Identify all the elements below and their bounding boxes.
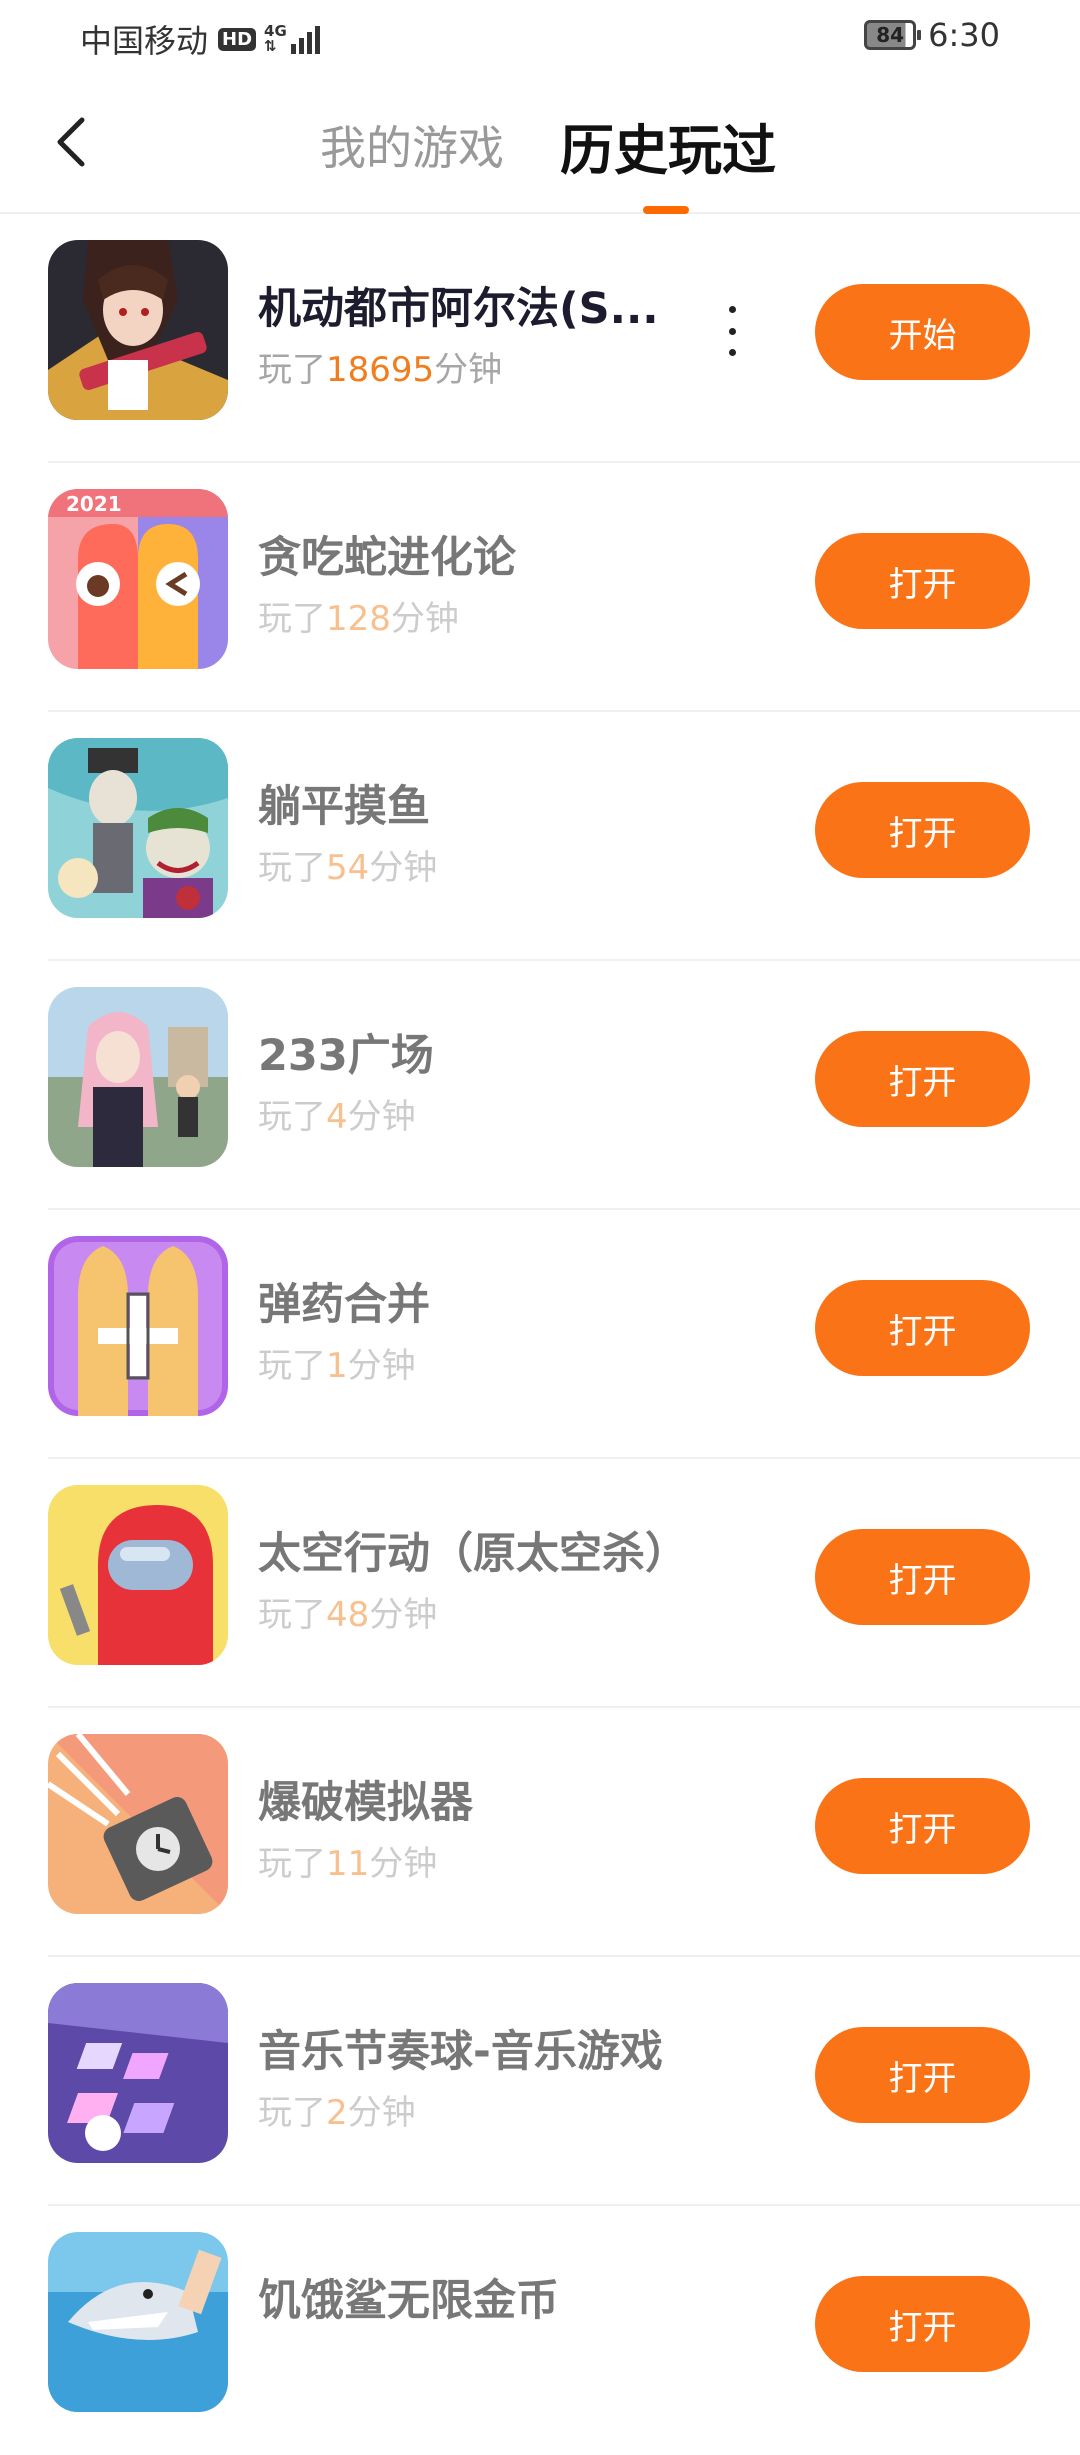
list-item[interactable]: 2021 贪吃蛇进化论 玩了128分钟 打开 — [0, 463, 1080, 712]
dynamite-icon — [48, 1734, 228, 1914]
playtime-minutes: 4 — [326, 1097, 348, 1137]
playtime-suffix: 分钟 — [390, 599, 459, 639]
bullets-plus-icon — [48, 1236, 228, 1416]
battery-level: 84 — [876, 23, 905, 47]
more-dot-icon — [728, 349, 736, 356]
playtime-prefix: 玩了 — [258, 1346, 326, 1386]
music-tiles-icon — [48, 1983, 228, 2163]
open-button[interactable]: 打开 — [815, 2276, 1030, 2372]
network-arrows-icon: ⇅ — [264, 37, 277, 55]
anime-girl-gun-icon — [48, 240, 228, 420]
anime-plaza-icon — [48, 987, 228, 1167]
crewmate-icon — [48, 1485, 228, 1665]
battery-icon: 84 — [864, 20, 922, 50]
list-item[interactable]: 音乐节奏球-音乐游戏 玩了2分钟 打开 — [0, 1957, 1080, 2206]
more-dot-icon — [728, 306, 736, 313]
more-dot-icon — [728, 327, 736, 335]
playtime-minutes: 128 — [326, 599, 391, 639]
hd-badge: HD — [218, 27, 257, 51]
game-title: 饥饿鲨无限金币 — [258, 2276, 559, 2326]
game-list: 机动都市阿尔法(S... 玩了18695分钟 开始 2021 贪吃蛇进化论 玩了… — [0, 214, 1080, 2455]
header: 我的游戏 历史玩过 — [0, 72, 1080, 214]
network-type: 4G ⇅ — [264, 24, 287, 54]
back-button[interactable] — [44, 112, 104, 172]
status-right: 84 6:30 — [864, 16, 1000, 54]
playtime-prefix: 玩了 — [258, 2093, 326, 2133]
playtime-prefix: 玩了 — [258, 599, 326, 639]
playtime-minutes: 18695 — [326, 350, 435, 390]
shark-icon — [48, 2232, 228, 2412]
list-item[interactable]: 太空行动（原太空杀） 玩了48分钟 打开 — [0, 1459, 1080, 1708]
playtime-prefix: 玩了 — [258, 1844, 326, 1884]
playtime-prefix: 玩了 — [258, 1595, 326, 1635]
open-button[interactable]: 打开 — [815, 2027, 1030, 2123]
open-button[interactable]: 打开 — [815, 1280, 1030, 1376]
game-playtime: 玩了54分钟 — [258, 840, 437, 889]
game-title: 弹药合并 — [258, 1280, 430, 1330]
list-item[interactable]: 机动都市阿尔法(S... 玩了18695分钟 开始 — [0, 214, 1080, 463]
playtime-prefix: 玩了 — [258, 1097, 326, 1137]
playtime-suffix: 分钟 — [347, 1346, 416, 1386]
list-item[interactable]: 爆破模拟器 玩了11分钟 打开 — [0, 1708, 1080, 1957]
game-playtime: 玩了11分钟 — [258, 1836, 437, 1885]
game-playtime: 玩了4分钟 — [258, 1089, 416, 1138]
game-title: 太空行动（原太空杀） — [258, 1529, 678, 1579]
game-playtime: 玩了48分钟 — [258, 1587, 437, 1636]
game-playtime: 玩了1分钟 — [258, 1338, 416, 1387]
open-button[interactable]: 打开 — [815, 1031, 1030, 1127]
open-button[interactable]: 打开 — [815, 533, 1030, 629]
playtime-minutes: 48 — [326, 1595, 370, 1635]
status-left: 中国移动 HD 4G ⇅ — [80, 16, 320, 62]
game-playtime: 玩了128分钟 — [258, 591, 459, 640]
game-title: 233广场 — [258, 1031, 434, 1081]
playtime-minutes: 54 — [326, 848, 370, 888]
playtime-suffix: 分钟 — [369, 1595, 438, 1635]
tab-my-games[interactable]: 我的游戏 — [320, 112, 504, 178]
playtime-minutes: 2 — [326, 2093, 348, 2133]
tab-history-played[interactable]: 历史玩过 — [560, 106, 776, 185]
playtime-suffix: 分钟 — [347, 1097, 416, 1137]
playtime-suffix: 分钟 — [369, 848, 438, 888]
playtime-suffix: 分钟 — [369, 1844, 438, 1884]
status-bar: 中国移动 HD 4G ⇅ 84 6:30 — [0, 0, 1080, 72]
game-title: 贪吃蛇进化论 — [258, 533, 516, 583]
more-options-button[interactable] — [720, 306, 744, 356]
playtime-minutes: 1 — [326, 1346, 348, 1386]
list-item[interactable]: 233广场 玩了4分钟 打开 — [0, 961, 1080, 1210]
back-arrow-icon — [57, 117, 85, 167]
signal-icon — [290, 24, 320, 54]
start-button[interactable]: 开始 — [815, 284, 1030, 380]
game-title: 机动都市阿尔法(S... — [258, 284, 659, 334]
playtime-prefix: 玩了 — [258, 350, 326, 390]
playtime-prefix: 玩了 — [258, 848, 326, 888]
list-item[interactable]: 躺平摸鱼 玩了54分钟 打开 — [0, 712, 1080, 961]
open-button[interactable]: 打开 — [815, 1529, 1030, 1625]
playtime-minutes: 11 — [326, 1844, 370, 1884]
open-button[interactable]: 打开 — [815, 1778, 1030, 1874]
game-title: 爆破模拟器 — [258, 1778, 473, 1828]
svg-text:2021: 2021 — [66, 492, 122, 516]
list-item[interactable]: 弹药合并 玩了1分钟 打开 — [0, 1210, 1080, 1459]
game-playtime: 玩了2分钟 — [258, 2085, 416, 2134]
active-tab-indicator — [643, 206, 689, 214]
game-playtime: 玩了18695分钟 — [258, 342, 502, 391]
snake-icon: 2021 — [48, 489, 228, 669]
open-button[interactable]: 打开 — [815, 782, 1030, 878]
carrier-name: 中国移动 — [80, 22, 209, 60]
game-title: 躺平摸鱼 — [258, 782, 430, 832]
list-item[interactable]: 饥饿鲨无限金币 打开 — [0, 2206, 1080, 2455]
game-title: 音乐节奏球-音乐游戏 — [258, 2027, 663, 2077]
cartoon-characters-icon — [48, 738, 228, 918]
playtime-suffix: 分钟 — [434, 350, 503, 390]
clock: 6:30 — [928, 16, 1000, 54]
playtime-suffix: 分钟 — [347, 2093, 416, 2133]
